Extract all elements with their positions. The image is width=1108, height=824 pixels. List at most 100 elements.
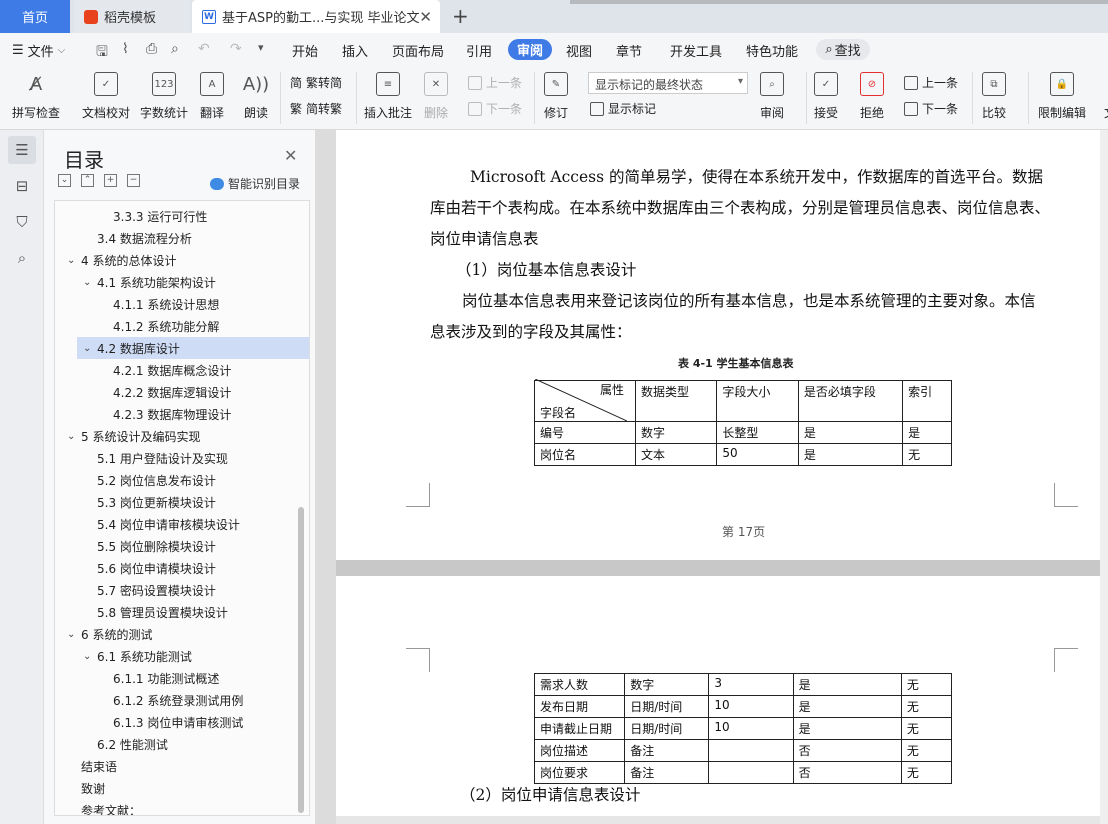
markup-state-select[interactable]: 显示标记的最终状态: [588, 72, 748, 94]
toc-item[interactable]: 6.1.1 功能测试概述: [55, 667, 219, 689]
chevron-down-icon[interactable]: ⌄: [67, 431, 81, 442]
customize-quick-access-icon[interactable]: ▾: [258, 41, 264, 54]
toc-item[interactable]: 5.4 岗位申请审核模块设计: [55, 513, 240, 535]
tab-home[interactable]: 首页: [0, 0, 70, 33]
toc-item[interactable]: 结束语: [55, 755, 117, 777]
search-button[interactable]: ⌕ 查找: [816, 39, 870, 60]
menu-features[interactable]: 特色功能: [746, 41, 798, 60]
undo-icon[interactable]: ↶: [198, 41, 210, 57]
toc-item[interactable]: 3.3.3 运行可行性: [55, 205, 207, 227]
menu-review[interactable]: 审阅: [508, 39, 552, 60]
previous-comment-button[interactable]: 上一条: [468, 74, 522, 91]
read-aloud-label: 朗读: [244, 106, 269, 120]
document-cut-button[interactable]: 文: [1098, 66, 1108, 121]
toc-item[interactable]: 6.1.3 岗位申请审核测试: [55, 711, 243, 733]
restrict-editing-button[interactable]: 🔒 限制编辑: [1038, 66, 1086, 121]
toc-item[interactable]: 4.2.2 数据库逻辑设计: [55, 381, 231, 403]
toc-item[interactable]: ⌄ 4.2 数据库设计: [77, 337, 309, 359]
document-horizontal-scrollbar[interactable]: [336, 816, 1100, 824]
close-tab-icon[interactable]: ✕: [419, 8, 432, 26]
document-proof-button[interactable]: ✓ 文档校对: [82, 66, 130, 121]
next-change-button[interactable]: 下一条: [904, 100, 958, 117]
accept-button[interactable]: ✓ 接受: [814, 66, 838, 121]
redo-icon[interactable]: ↷: [230, 41, 242, 57]
trad-to-simp-button[interactable]: 简 繁转简: [290, 74, 342, 91]
compare-button[interactable]: ⧉ 比较: [982, 66, 1006, 121]
toc-icon[interactable]: ☰: [8, 136, 36, 164]
toc-item-label: 5.1 用户登陆设计及实现: [97, 451, 228, 466]
toc-item[interactable]: 5.1 用户登陆设计及实现: [55, 447, 228, 469]
tab-document[interactable]: W 基于ASP的勤工...与实现 毕业论文 ✕: [192, 0, 440, 33]
show-markup-label: 显示标记: [608, 102, 657, 116]
document-vertical-scrollbar[interactable]: [1100, 130, 1108, 824]
toc-item[interactable]: 致谢: [55, 777, 105, 799]
toc-item[interactable]: ⌄ 4.1 系统功能架构设计: [55, 271, 216, 293]
toc-item[interactable]: 4.1.1 系统设计思想: [55, 293, 219, 315]
smart-toc-button[interactable]: 智能识别目录: [210, 175, 300, 192]
save-icon[interactable]: 🖫: [96, 41, 108, 65]
reject-button[interactable]: ⊘ 拒绝: [860, 66, 884, 121]
toc-item[interactable]: ⌄ 4 系统的总体设计: [55, 249, 176, 271]
translate-button[interactable]: A 翻译: [200, 66, 224, 121]
track-changes-button[interactable]: ✎ 修订: [544, 66, 568, 121]
table-header-cell: 索引: [902, 380, 952, 422]
menu-insert[interactable]: 插入: [342, 41, 368, 60]
menu-bar: ☰ 文件 ⌵ 🖫 ⌇ ⎙ ⌕ ↶ ↷ ▾ 开始 插入 页面布局 引用 审阅 视图…: [0, 33, 1108, 66]
toc-item-label: 4.2.1 数据库概念设计: [113, 363, 232, 378]
toc-item[interactable]: 5.3 岗位更新模块设计: [55, 491, 216, 513]
format-painter-icon[interactable]: ⌇: [122, 41, 129, 57]
chevron-down-icon[interactable]: ⌄: [67, 629, 81, 640]
spell-check-button[interactable]: A̸ 拼写检查: [12, 66, 60, 121]
toc-item[interactable]: ⌄ 5 系统设计及编码实现: [55, 425, 200, 447]
print-preview-icon[interactable]: ⌕: [171, 41, 179, 57]
chevron-down-icon[interactable]: ⌄: [83, 277, 97, 288]
simp-to-trad-button[interactable]: 繁 简转繁: [290, 100, 342, 117]
file-menu[interactable]: ☰ 文件 ⌵: [12, 41, 65, 60]
chevron-down-icon[interactable]: ⌄: [67, 255, 81, 266]
tab-wps-templates[interactable]: 稻壳模板: [74, 0, 190, 33]
read-aloud-button[interactable]: A)) 朗读: [243, 66, 269, 121]
menu-page-layout[interactable]: 页面布局: [392, 41, 444, 60]
new-tab-button[interactable]: +: [452, 4, 469, 28]
next-comment-button[interactable]: 下一条: [468, 100, 522, 117]
chevron-down-icon[interactable]: ⌄: [83, 651, 97, 662]
toc-item[interactable]: 5.8 管理员设置模块设计: [55, 601, 228, 623]
collapse-all-icon[interactable]: ⌄: [58, 174, 71, 187]
toc-item[interactable]: 3.4 数据流程分析: [55, 227, 192, 249]
previous-change-button[interactable]: 上一条: [904, 74, 958, 91]
delete-comment-button[interactable]: ✕ 删除: [424, 66, 448, 121]
expand-all-icon[interactable]: ⌃: [81, 174, 94, 187]
toc-item[interactable]: 6.2 性能测试: [55, 733, 168, 755]
menu-chapter[interactable]: 章节: [616, 41, 642, 60]
menu-start[interactable]: 开始: [292, 41, 318, 60]
toc-item[interactable]: 5.2 岗位信息发布设计: [55, 469, 216, 491]
show-markup-button[interactable]: 显示标记: [590, 100, 656, 117]
document-area: Microsoft Access 的简单易学，使得在本系统开发中，作数据库的首选…: [316, 130, 1108, 824]
outline-icon[interactable]: ⊟: [8, 172, 36, 200]
toc-item[interactable]: 4.1.2 系统功能分解: [55, 315, 219, 337]
add-heading-icon[interactable]: +: [104, 174, 117, 187]
search-icon[interactable]: ⌕: [8, 244, 36, 272]
toc-item[interactable]: 4.2.1 数据库概念设计: [55, 359, 231, 381]
toc-item[interactable]: ⌄ 6 系统的测试: [55, 623, 152, 645]
toc-item[interactable]: 6.1.2 系统登录测试用例: [55, 689, 243, 711]
chevron-down-icon[interactable]: ⌄: [83, 343, 97, 354]
menu-developer[interactable]: 开发工具: [670, 41, 722, 60]
bookmark-icon[interactable]: ⛉: [8, 208, 36, 236]
toc-item[interactable]: 5.6 岗位申请模块设计: [55, 557, 216, 579]
menu-view[interactable]: 视图: [566, 41, 592, 60]
remove-heading-icon[interactable]: −: [127, 174, 140, 187]
print-icon[interactable]: ⎙: [146, 41, 157, 57]
toc-item[interactable]: 5.7 密码设置模块设计: [55, 579, 216, 601]
menu-references[interactable]: 引用: [466, 41, 492, 60]
toc-item[interactable]: 4.2.3 数据库物理设计: [55, 403, 231, 425]
toc-scrollbar[interactable]: [298, 507, 304, 813]
table-cell: 备注: [624, 739, 710, 762]
insert-comment-button[interactable]: ≡ 插入批注: [364, 66, 412, 121]
toc-item[interactable]: 参考文献：: [55, 799, 141, 816]
toc-item[interactable]: ⌄ 6.1 系统功能测试: [55, 645, 192, 667]
word-count-button[interactable]: 123 字数统计: [140, 66, 188, 121]
toc-item[interactable]: 5.5 岗位删除模块设计: [55, 535, 216, 557]
review-pane-button[interactable]: ⌕ 审阅: [760, 66, 784, 121]
close-icon[interactable]: ✕: [284, 146, 297, 165]
